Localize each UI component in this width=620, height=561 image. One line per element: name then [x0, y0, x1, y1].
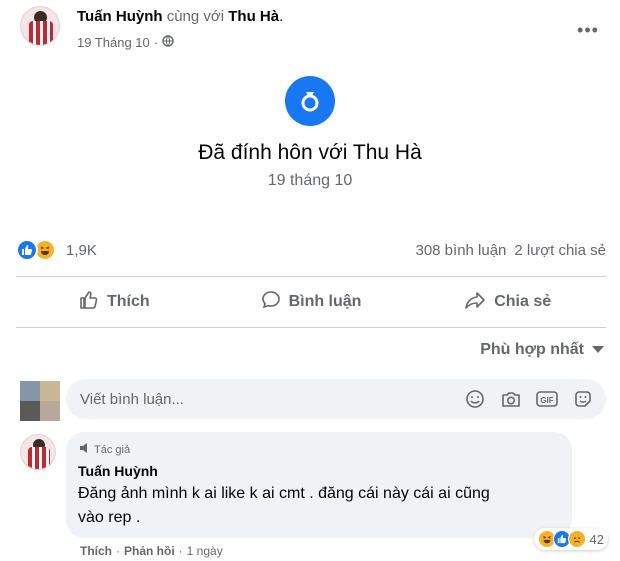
comment-bubble: Tác giả Tuấn Huỳnh Đăng ảnh mình k ai li… [66, 432, 608, 550]
like-icon [16, 239, 38, 261]
comment-like-link[interactable]: Thích [80, 544, 112, 558]
microphone-icon [78, 442, 90, 457]
author-badge-label: Tác giả [94, 443, 131, 456]
event-date: 19 tháng 10 [267, 172, 353, 189]
comment-composer: Viết bình luận... GIF [16, 379, 606, 421]
comment-label: Bình luận [288, 293, 362, 310]
comment-text: Đăng ảnh mình k ai like k ai cmt . đăng … [78, 485, 490, 526]
reaction-stack[interactable]: 1,9K [16, 239, 97, 261]
author-name[interactable]: Tuấn Huỳnh [77, 8, 163, 25]
life-event: Đã đính hôn với Thu Hà 19 tháng 10 [0, 70, 620, 190]
more-options-icon[interactable]: ••• [570, 16, 606, 44]
comment-placeholder: Viết bình luận... [80, 390, 184, 408]
author-line: Tuấn Huỳnh cùng với Thu Hà. [77, 8, 283, 25]
share-icon [464, 290, 486, 315]
ring-icon [285, 76, 335, 126]
sort-label: Phù hợp nhất [480, 341, 584, 358]
commenter-avatar[interactable] [20, 434, 56, 470]
post-actions: Thích Bình luận Chia sẻ [16, 280, 606, 324]
post-header: Tuấn Huỳnh cùng với Thu Hà. 19 Tháng 10 … [16, 2, 606, 58]
share-label: Chia sẻ [494, 293, 552, 310]
comment-author[interactable]: Tuấn Huỳnh [78, 463, 560, 479]
tagged-suffix: . [279, 8, 284, 25]
with-text: cùng với [166, 8, 225, 25]
camera-icon[interactable] [498, 386, 524, 412]
svg-text:GIF: GIF [540, 396, 553, 405]
author-badge: Tác giả [78, 442, 560, 457]
divider [16, 327, 606, 328]
comment-reaction-count: 42 [589, 531, 604, 547]
shares-count[interactable]: 2 lượt chia sẻ [514, 242, 606, 259]
sticker-icon[interactable] [570, 386, 596, 412]
post-meta: 19 Tháng 10 · [77, 35, 174, 50]
comment-time[interactable]: 1 ngày [187, 544, 223, 558]
event-title: Đã đính hôn với Thu Hà [198, 141, 422, 164]
divider [16, 276, 606, 277]
sad-icon [567, 530, 586, 548]
reaction-count[interactable]: 1,9K [66, 242, 97, 259]
post-date[interactable]: 19 Tháng 10 [77, 35, 150, 50]
comment-button[interactable]: Bình luận [213, 280, 410, 324]
comment-actions: Thích · Phản hồi · 1 ngày [80, 544, 223, 558]
meta-dot: · [153, 35, 159, 50]
thumbs-up-icon [79, 290, 99, 315]
caret-down-icon [592, 341, 604, 359]
reactions-summary: 1,9K 308 bình luận 2 lượt chia sẻ [16, 234, 606, 266]
comment-icon [261, 290, 281, 315]
like-button[interactable]: Thích [16, 280, 213, 324]
sep-dot: · [116, 544, 120, 558]
comment-sort-dropdown[interactable]: Phù hợp nhất [480, 341, 604, 359]
like-label: Thích [107, 293, 150, 310]
author-avatar[interactable] [20, 6, 60, 46]
gif-icon[interactable]: GIF [534, 386, 560, 412]
current-user-avatar[interactable] [20, 381, 60, 421]
globe-icon [162, 35, 174, 50]
comment-reply-link[interactable]: Phản hồi [124, 544, 175, 558]
tagged-name[interactable]: Thu Hà [228, 8, 279, 25]
sep-dot: · [178, 544, 183, 558]
emoji-icon[interactable] [462, 386, 488, 412]
comment-reactions[interactable]: 42 [533, 528, 608, 550]
composer-tools: GIF [462, 386, 596, 412]
comments-count[interactable]: 308 bình luận [415, 242, 506, 259]
share-button[interactable]: Chia sẻ [409, 280, 606, 324]
post-stats: 308 bình luận 2 lượt chia sẻ [415, 242, 606, 259]
